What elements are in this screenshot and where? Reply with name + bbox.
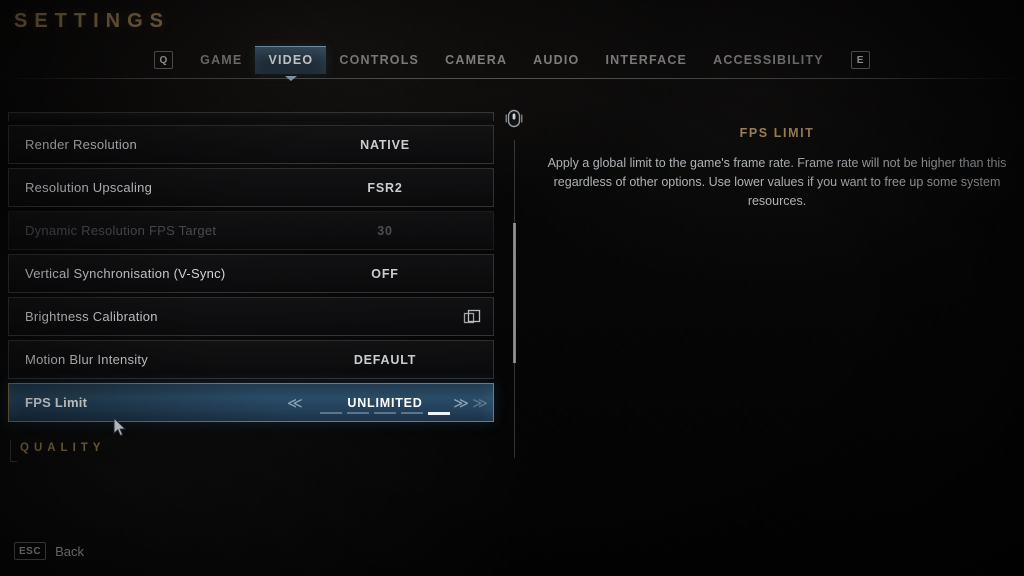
scroll-column — [505, 108, 525, 458]
settings-row-vertical-synchronisation[interactable]: Vertical Synchronisation (V-Sync) OFF — [8, 254, 494, 293]
page-title: SETTINGS — [14, 10, 171, 32]
tab-game[interactable]: GAME — [187, 46, 255, 74]
segment-tick — [320, 412, 342, 414]
description-title: FPS LIMIT — [739, 126, 815, 140]
description-body: Apply a global limit to the game's frame… — [547, 156, 1007, 208]
settings-row-value: 30 — [377, 223, 393, 238]
tab-bar-divider — [0, 78, 1024, 79]
settings-row-label: Dynamic Resolution FPS Target — [25, 223, 217, 238]
esc-keycap[interactable]: ESC — [14, 542, 47, 560]
settings-row-render-resolution[interactable]: Render Resolution NATIVE — [8, 125, 494, 164]
tab-next-keycap[interactable]: E — [850, 51, 870, 69]
settings-row-value: UNLIMITED — [347, 395, 423, 410]
segment-tick — [401, 412, 423, 414]
mouse-scroll-icon — [505, 108, 523, 130]
settings-row-label: FPS Limit — [25, 395, 88, 410]
settings-row-value: NATIVE — [360, 137, 410, 152]
scrollbar-thumb[interactable] — [513, 223, 516, 363]
segment-tick — [374, 412, 396, 414]
footer-back-action[interactable]: ESC Back — [14, 542, 84, 560]
settings-screen: SETTINGS Q GAME VIDEO CONTROLS CAMERA AU… — [0, 0, 1024, 576]
segment-tick-active — [428, 412, 450, 415]
segment-tick — [347, 412, 369, 414]
settings-row-resolution-upscaling[interactable]: Resolution Upscaling FSR2 — [8, 168, 494, 207]
tab-camera[interactable]: CAMERA — [432, 46, 520, 74]
value-increment-arrow-edge-icon: ≫ — [472, 394, 488, 412]
settings-row-label: Brightness Calibration — [25, 309, 158, 324]
submenu-window-icon[interactable] — [463, 309, 481, 325]
settings-row-clipped — [8, 112, 494, 121]
settings-row-value: FSR2 — [367, 180, 403, 195]
section-bracket — [10, 440, 17, 462]
settings-row-motion-blur-intensity[interactable]: Motion Blur Intensity DEFAULT — [8, 340, 494, 379]
settings-row-dynamic-resolution-fps-target: Dynamic Resolution FPS Target 30 — [8, 211, 494, 250]
back-label: Back — [55, 543, 84, 559]
settings-row-label: Render Resolution — [25, 137, 137, 152]
settings-row-value: OFF — [371, 266, 399, 281]
settings-row-value: DEFAULT — [353, 352, 417, 367]
tab-prev-keycap[interactable]: Q — [154, 51, 174, 69]
settings-row-label: Resolution Upscaling — [25, 180, 153, 195]
description-panel: FPS LIMIT Apply a global limit to the ga… — [530, 126, 1024, 211]
settings-row-brightness-calibration[interactable]: Brightness Calibration — [8, 297, 494, 336]
section-header-quality: QUALITY — [20, 442, 106, 454]
tab-video[interactable]: VIDEO — [255, 46, 327, 74]
value-increment-arrow-icon[interactable]: ≫ — [453, 394, 469, 412]
tab-accessibility[interactable]: ACCESSIBILITY — [700, 46, 837, 74]
tab-interface[interactable]: INTERFACE — [592, 46, 700, 74]
value-segment-indicator — [299, 412, 471, 415]
settings-row-label: Motion Blur Intensity — [25, 352, 149, 367]
mouse-cursor — [113, 416, 127, 438]
settings-list: Render Resolution NATIVE Resolution Upsc… — [8, 112, 494, 442]
settings-row-fps-limit[interactable]: FPS Limit ≪ UNLIMITED ≫ ≫ — [8, 383, 494, 422]
tab-controls[interactable]: CONTROLS — [326, 46, 432, 74]
settings-row-label: Vertical Synchronisation (V-Sync) — [25, 266, 226, 281]
tab-bar: Q GAME VIDEO CONTROLS CAMERA AUDIO INTER… — [0, 43, 1024, 77]
tab-audio[interactable]: AUDIO — [520, 46, 592, 74]
